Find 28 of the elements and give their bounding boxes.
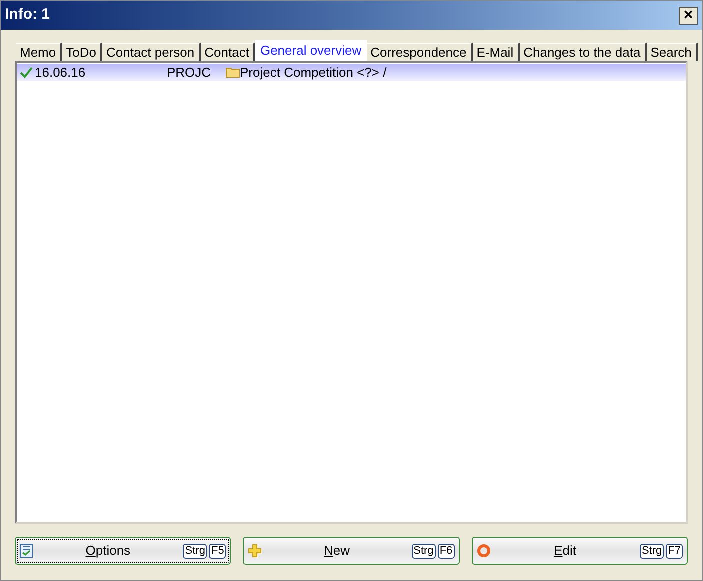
list-row[interactable]: 16.06.16 PROJC Project Competition <?> / <box>17 64 686 81</box>
tab[interactable]: Correspondence <box>366 43 473 61</box>
key-cap: F6 <box>438 544 455 558</box>
key-cap: F7 <box>666 544 683 558</box>
key-cap: Strg <box>640 544 664 558</box>
code-cell-text: PROJC <box>167 64 212 82</box>
tab[interactable]: E-Mail <box>472 43 520 61</box>
checklist-icon <box>20 544 33 558</box>
plus-icon <box>248 544 262 558</box>
tab[interactable]: Search <box>646 43 698 61</box>
close-button[interactable]: × <box>679 6 698 24</box>
date-cell-text: 16.06.16 <box>35 64 87 82</box>
key-cap: F5 <box>209 544 226 558</box>
action-button[interactable]: Options Strg F5 <box>15 537 232 565</box>
tab[interactable]: Changes to the data <box>520 43 647 61</box>
tab[interactable]: General overview <box>255 40 367 61</box>
title-cell-text: Project Competition <?> / <box>240 64 387 82</box>
tab[interactable]: Memo <box>16 43 62 61</box>
key-cap: Strg <box>412 544 436 558</box>
action-button[interactable]: New Strg F6 <box>243 537 460 565</box>
tab[interactable]: Contact person <box>102 43 201 61</box>
folder-icon <box>226 67 240 78</box>
tab[interactable]: Contact <box>200 43 256 61</box>
tab[interactable]: ToDo <box>62 43 102 61</box>
key-cap: Strg <box>183 544 208 558</box>
window-title: Info: 1 <box>5 5 50 26</box>
ring-icon <box>476 544 491 558</box>
action-button[interactable]: Edit Strg F7 <box>472 537 688 565</box>
